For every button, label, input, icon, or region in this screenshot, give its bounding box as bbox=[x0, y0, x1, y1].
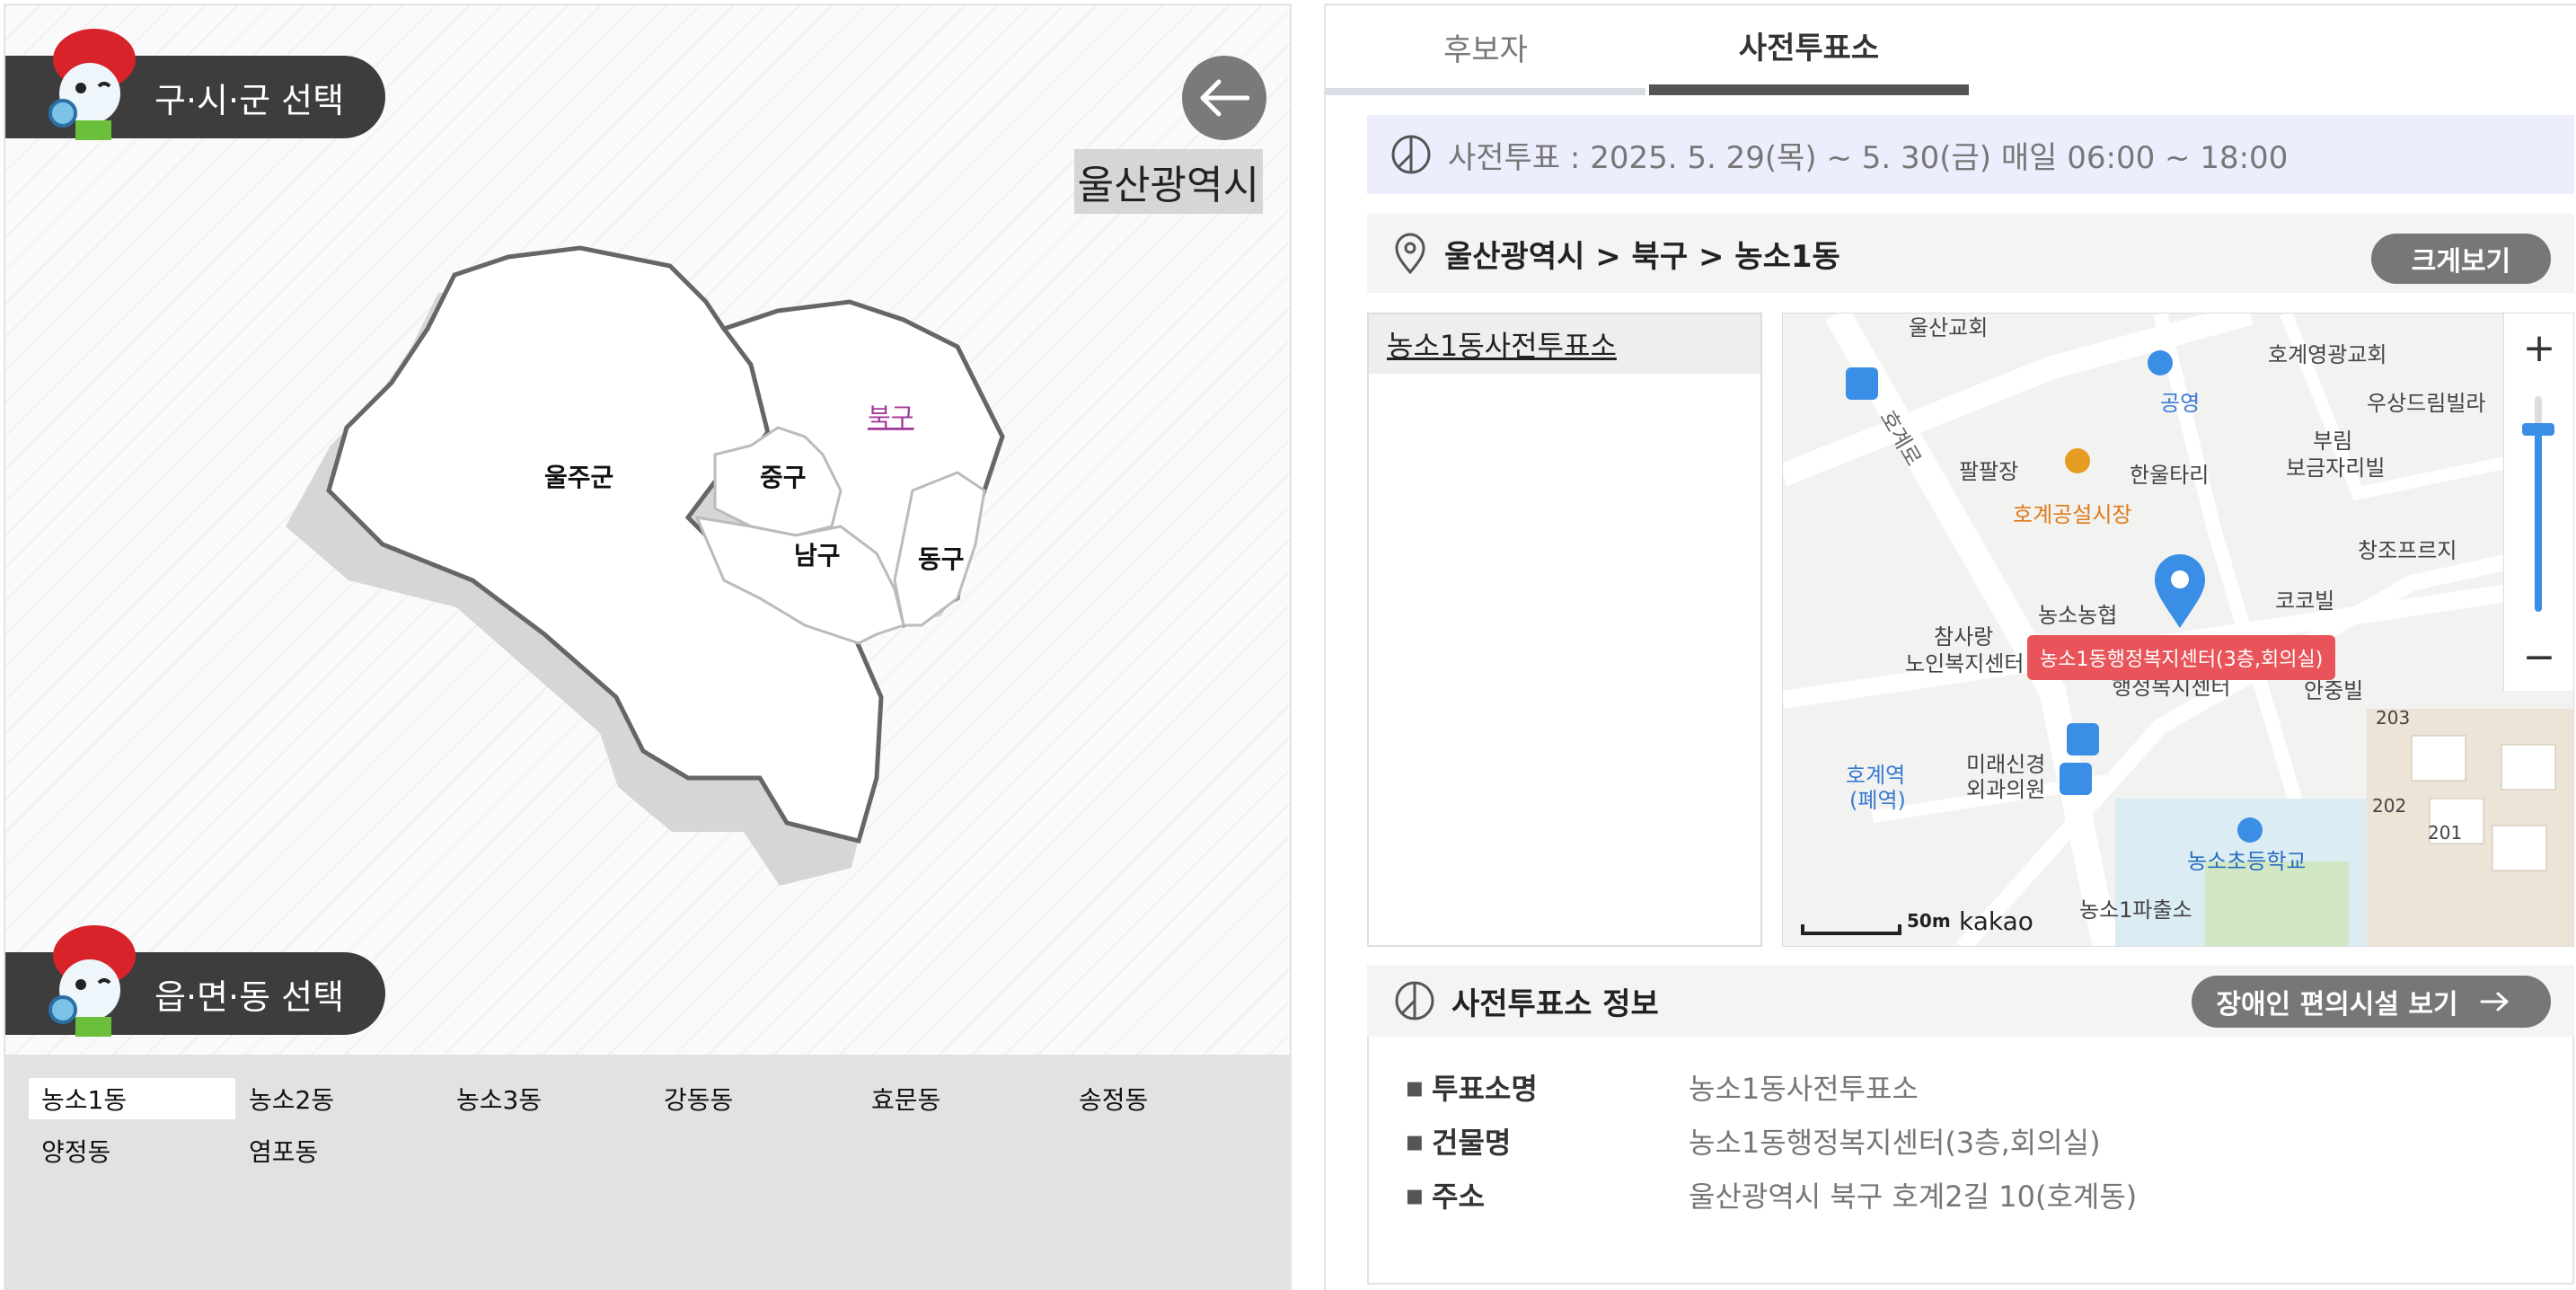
map-label-202: 202 bbox=[2372, 795, 2407, 817]
bullet-icon: ▪ bbox=[1405, 1070, 1425, 1104]
district-label-bukgu[interactable]: 북구 bbox=[868, 402, 914, 432]
bullet-icon: ▪ bbox=[1405, 1124, 1425, 1158]
info-key: 건물명 bbox=[1432, 1126, 1512, 1160]
map-label-station2: (폐역) bbox=[1849, 788, 1906, 813]
accessibility-button[interactable]: 장애인 편의시설 보기 bbox=[2192, 976, 2551, 1028]
polling-place-list: 농소1동사전투표소 bbox=[1367, 313, 1762, 947]
map-label-welfare: 노인복지센터 bbox=[1905, 651, 2025, 676]
info-row-address: ▪ 주소 울산광역시 북구 호계2길 10(호계동) bbox=[1405, 1168, 2536, 1222]
arrow-right-icon bbox=[2480, 992, 2509, 1012]
zoom-control: + − bbox=[2503, 314, 2573, 691]
bullet-icon: ▪ bbox=[1405, 1178, 1425, 1212]
map-marker-label: 농소1동행정복지센터(3층,회의실) bbox=[2027, 635, 2336, 680]
map-label-nonghyup: 농소농협 bbox=[2038, 603, 2118, 628]
zoom-track[interactable] bbox=[2522, 396, 2554, 612]
town-select-label: 읍·면·동 선택 bbox=[154, 976, 345, 1017]
map-scale: 50m bbox=[1907, 910, 1951, 932]
zoom-handle[interactable] bbox=[2522, 423, 2554, 436]
early-vote-notice: 사전투표 : 2025. 5. 29(목) ~ 5. 30(금) 매일 06:0… bbox=[1367, 115, 2574, 194]
map-label-church2: 호계영광교회 bbox=[2268, 342, 2387, 367]
polling-place-item[interactable]: 농소1동사전투표소 bbox=[1369, 314, 1760, 374]
dong-item-nongso3[interactable]: 농소3동 bbox=[444, 1078, 650, 1119]
district-select-label: 구·시·군 선택 bbox=[154, 80, 345, 120]
map-label-cocovill: 코코빌 bbox=[2275, 588, 2335, 614]
map-label-church: 울산교회 bbox=[1909, 315, 1989, 340]
map-label-changjo: 창조프르지 bbox=[2358, 538, 2457, 563]
info-key: 투표소명 bbox=[1432, 1072, 1538, 1106]
kakao-logo: kakao bbox=[1959, 906, 2033, 936]
polling-info-panel: 후보자 사전투표소 사전투표 : 2025. 5. 29(목) ~ 5. 30(… bbox=[1324, 4, 2576, 1290]
info-key: 주소 bbox=[1432, 1180, 1485, 1214]
tab-candidates[interactable]: 후보자 bbox=[1326, 5, 1645, 95]
town-list: 농소1동 농소2동 농소3동 강동동 효문동 송정동 양정동 염포동 bbox=[5, 1055, 1290, 1290]
map-label-police: 농소1파출소 bbox=[2079, 897, 2192, 923]
map-label-201: 201 bbox=[2428, 822, 2463, 844]
kakao-map[interactable]: 울산교회 호계영광교회 우상드림빌라 공영 팔팔장 한울타리 부림 보금자리빌 … bbox=[1782, 313, 2574, 947]
map-marker-icon[interactable] bbox=[2153, 554, 2207, 630]
region-selector-panel: 울주군 중구 북구 남구 동구 구·시·군 선택 울산광역시 읍·면·동 선택 bbox=[4, 4, 1292, 1290]
dong-item-yangjeong[interactable]: 양정동 bbox=[29, 1130, 235, 1171]
accessibility-button-label: 장애인 편의시설 보기 bbox=[2216, 989, 2458, 1021]
map-label-villa: 우상드림빌라 bbox=[2367, 391, 2486, 416]
dong-item-nongso2[interactable]: 농소2동 bbox=[236, 1078, 443, 1119]
region-title: 울산광역시 bbox=[1073, 149, 1263, 214]
map-label-hanultari: 한울타리 bbox=[2130, 463, 2210, 488]
district-label-namgu[interactable]: 남구 bbox=[794, 541, 841, 570]
map-label-school: 농소초등학교 bbox=[2187, 849, 2307, 874]
info-table: ▪ 투표소명 농소1동사전투표소 ▪ 건물명 농소1동행정복지센터(3층,회의실… bbox=[1367, 1037, 2574, 1285]
dong-item-songjeong[interactable]: 송정동 bbox=[1066, 1078, 1273, 1119]
info-value: 농소1동사전투표소 bbox=[1689, 1072, 1919, 1106]
district-label-junggu[interactable]: 중구 bbox=[760, 463, 807, 492]
zoom-out-button[interactable]: − bbox=[2504, 623, 2573, 691]
map-label-203: 203 bbox=[2376, 707, 2411, 729]
location-bar: 울산광역시 > 북구 > 농소1동 크게보기 bbox=[1367, 214, 2574, 293]
dong-item-gangdong[interactable]: 강동동 bbox=[651, 1078, 858, 1119]
arrow-left-icon bbox=[1200, 79, 1249, 117]
map-label-bogeum: 보금자리빌 bbox=[2286, 455, 2386, 481]
info-value: 울산광역시 북구 호계2길 10(호계동) bbox=[1689, 1180, 2138, 1214]
map-label-clinic2: 외과의원 bbox=[1966, 777, 2046, 802]
zoom-fill bbox=[2535, 423, 2542, 612]
ballot-icon bbox=[1391, 135, 1431, 174]
location-path: 울산광역시 > 북구 > 농소1동 bbox=[1444, 238, 1840, 275]
page: 울주군 중구 북구 남구 동구 구·시·군 선택 울산광역시 읍·면·동 선택 bbox=[0, 0, 2576, 1290]
map-label-inn: 팔팔장 bbox=[1959, 459, 2019, 484]
district-label-uljugun[interactable]: 울주군 bbox=[544, 463, 613, 492]
ballot-icon bbox=[1395, 981, 1434, 1021]
dong-item-hyomun[interactable]: 효문동 bbox=[859, 1078, 1065, 1119]
info-title: 사전투표소 정보 bbox=[1451, 985, 1659, 1022]
dong-item-yeompo[interactable]: 염포동 bbox=[236, 1130, 443, 1171]
notice-text: 사전투표 : 2025. 5. 29(목) ~ 5. 30(금) 매일 06:0… bbox=[1448, 139, 2289, 176]
map-label-market: 호계공설시장 bbox=[2013, 502, 2132, 527]
tab-bar: 후보자 사전투표소 bbox=[1326, 5, 2576, 95]
dong-item-nongso1[interactable]: 농소1동 bbox=[29, 1078, 235, 1119]
info-header: 사전투표소 정보 장애인 편의시설 보기 bbox=[1367, 965, 2574, 1037]
info-row-place-name: ▪ 투표소명 농소1동사전투표소 bbox=[1405, 1060, 2536, 1114]
map-label-parking: 공영 bbox=[2160, 391, 2201, 416]
location-pin-icon bbox=[1395, 233, 1425, 274]
tab-early-voting[interactable]: 사전투표소 bbox=[1649, 5, 1969, 95]
enlarge-button[interactable]: 크게보기 bbox=[2371, 234, 2551, 284]
mascot-icon bbox=[49, 925, 136, 1037]
zoom-in-button[interactable]: + bbox=[2504, 314, 2573, 382]
district-label-donggu[interactable]: 동구 bbox=[918, 544, 965, 574]
back-button[interactable] bbox=[1182, 56, 1266, 140]
mascot-icon bbox=[49, 29, 136, 140]
info-value: 농소1동행정복지센터(3층,회의실) bbox=[1689, 1126, 2101, 1160]
info-row-building: ▪ 건물명 농소1동행정복지센터(3층,회의실) bbox=[1405, 1114, 2536, 1168]
